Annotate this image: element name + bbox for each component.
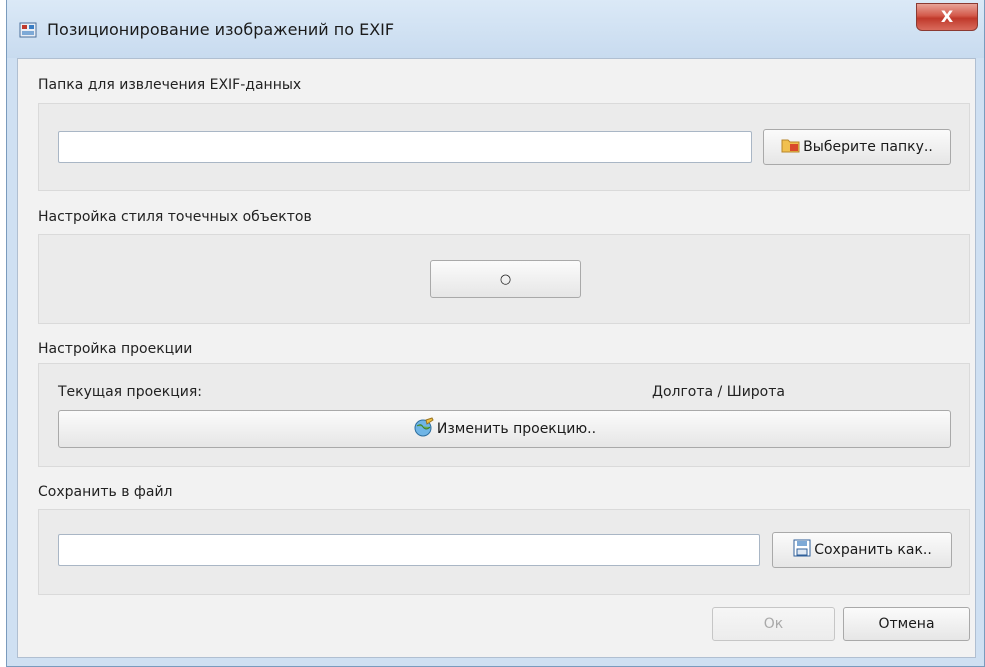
app-icon <box>19 21 37 39</box>
close-button[interactable]: X <box>916 3 978 31</box>
change-projection-button[interactable]: Изменить проекцию.. <box>58 410 951 448</box>
dialog-body: Папка для извлечения EXIF-данных Выберит… <box>17 58 976 658</box>
current-projection-value: Долгота / Широта <box>652 384 785 400</box>
folder-icon <box>781 136 803 158</box>
save-as-label: Сохранить как.. <box>814 542 932 558</box>
change-projection-label: Изменить проекцию.. <box>436 421 597 437</box>
dialog-window: Позиционирование изображений по EXIF X П… <box>6 0 985 667</box>
save-group: Сохранить как.. <box>38 509 970 595</box>
style-section-label: Настройка стиля точечных объектов <box>38 209 312 225</box>
projection-section-label: Настройка проекции <box>38 341 193 357</box>
symbol-style-button[interactable]: ○ <box>430 260 581 298</box>
point-symbol-icon: ○ <box>499 271 512 287</box>
folder-group: Выберите папку.. <box>38 103 970 191</box>
window-title: Позиционирование изображений по EXIF <box>47 20 395 39</box>
title-bar[interactable]: Позиционирование изображений по EXIF X <box>7 0 984 58</box>
browse-folder-button[interactable]: Выберите папку.. <box>763 129 951 165</box>
save-path-input[interactable] <box>58 534 760 566</box>
globe-pencil-icon <box>413 417 437 441</box>
projection-group: Текущая проекция: Долгота / Широта Измен… <box>38 363 970 467</box>
style-group: ○ <box>38 234 970 324</box>
cancel-button[interactable]: Отмена <box>843 607 970 641</box>
browse-folder-label: Выберите папку.. <box>803 139 933 155</box>
save-section-label: Сохранить в файл <box>38 484 173 500</box>
folder-path-input[interactable] <box>58 131 752 163</box>
folder-section-label: Папка для извлечения EXIF-данных <box>38 77 302 93</box>
save-as-button[interactable]: Сохранить как.. <box>772 532 952 568</box>
current-projection-label: Текущая проекция: <box>58 384 202 400</box>
ok-button[interactable]: Ок <box>712 607 835 641</box>
save-file-icon <box>792 538 814 562</box>
